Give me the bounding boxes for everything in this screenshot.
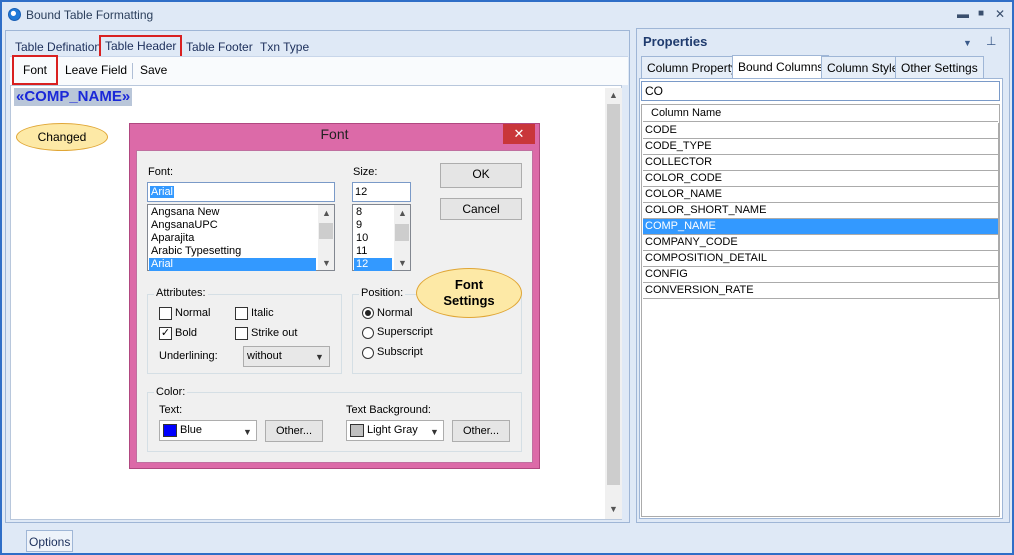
font-dialog-title: Font [320,126,349,142]
font-button[interactable]: Font [12,55,59,85]
font-list-item[interactable]: AngsanaUPC [149,219,316,232]
normal-checkbox[interactable] [159,307,172,320]
italic-checkbox-label: Italic [251,307,274,319]
underlining-label: Underlining: [159,350,218,362]
size-list-item[interactable]: 8 [354,206,392,219]
title-bar [2,2,1012,28]
minimize-icon[interactable]: ▬ [956,7,970,21]
tab-table-header[interactable]: Table Header [99,35,183,58]
tab-column-style[interactable]: Column Style [821,56,905,78]
table-row-selected[interactable]: COMP_NAME [643,219,999,235]
tab-bound-columns[interactable]: Bound Columns [732,55,830,78]
strike-out-checkbox[interactable] [235,327,248,340]
table-row[interactable]: COLOR_CODE [643,171,999,187]
italic-checkbox[interactable] [235,307,248,320]
chevron-down-icon[interactable]: ▼ [394,258,411,268]
save-button[interactable]: Save [135,59,172,81]
normal-checkbox-label: Normal [175,307,211,319]
bottom-bar [2,524,1012,553]
dropdown-icon[interactable]: ▼ [963,38,972,48]
dialog-close-icon[interactable]: ✕ [503,124,535,144]
table-row[interactable]: CODE [643,123,999,139]
text-color-swatch [163,424,177,437]
font-list-item[interactable]: Angsana New [149,206,316,219]
tab-other-settings[interactable]: Other Settings [895,56,984,78]
maximize-icon[interactable]: ■ [974,7,988,21]
font-list-thumb[interactable] [319,223,333,239]
position-label: Position: [359,287,406,299]
column-name-header[interactable]: Column Name [643,105,998,122]
window-title: Bound Table Formatting [26,8,154,22]
tab-column-property[interactable]: Column Property [641,56,744,78]
bound-field-comp-name[interactable]: «COMP_NAME» [14,88,133,106]
table-row[interactable]: COLOR_NAME [643,187,999,203]
leave-field-button[interactable]: Leave Field [60,59,132,81]
bold-checkbox[interactable]: ✓ [159,327,172,340]
position-normal-radio[interactable] [362,307,374,319]
pin-icon[interactable]: ⊥ [986,34,996,48]
font-list-item[interactable]: Arabic Typesetting [149,245,316,258]
cancel-button[interactable]: Cancel [440,198,522,220]
background-other-button[interactable]: Other... [452,420,510,442]
background-color-swatch [350,424,364,437]
font-size-input[interactable]: 12 [352,182,411,202]
table-row[interactable]: COLLECTOR [643,155,999,171]
font-name-input[interactable]: Arial [147,182,335,202]
position-subscript-label: Subscript [377,346,423,358]
chevron-down-icon[interactable]: ▼ [318,258,335,268]
chevron-up-icon[interactable]: ▲ [394,208,411,218]
editor-scroll-thumb[interactable] [607,104,620,485]
size-list-thumb[interactable] [395,224,409,241]
position-normal-label: Normal [377,307,413,319]
color-label: Color: [154,386,188,398]
scroll-down-icon[interactable]: ▼ [605,504,622,514]
font-list-item-selected[interactable]: Arial [149,258,316,271]
properties-title: Properties [643,34,708,49]
table-row[interactable]: COMPANY_CODE [643,235,999,251]
position-superscript-radio[interactable] [362,327,374,339]
table-row[interactable]: CODE_TYPE [643,139,999,155]
attributes-label: Attributes: [154,287,208,299]
size-list-item[interactable]: 9 [354,219,392,232]
table-row[interactable]: COMPOSITION_DETAIL [643,251,999,267]
ok-button[interactable]: OK [440,163,522,188]
chevron-up-icon[interactable]: ▲ [318,208,335,218]
text-background-label: Text Background: [346,404,431,416]
size-list-item[interactable]: 10 [354,232,392,245]
size-list-item-selected[interactable]: 12 [354,258,392,271]
position-superscript-label: Superscript [377,326,433,338]
toolbar-separator [132,63,133,79]
size-label: Size: [353,166,378,178]
tab-table-footer[interactable]: Table Footer [182,38,257,58]
table-row[interactable]: COLOR_SHORT_NAME [643,203,999,219]
chevron-down-icon: ▼ [430,427,439,437]
table-row[interactable]: CONVERSION_RATE [643,283,999,299]
options-tab[interactable]: Options [26,530,74,552]
text-color-other-button[interactable]: Other... [265,420,323,442]
app-icon [8,8,21,21]
font-settings-callout: Font Settings [416,268,522,318]
column-filter-input[interactable]: CO [641,81,1000,101]
table-row[interactable]: CONFIG [643,267,999,283]
chevron-down-icon: ▼ [243,427,252,437]
strike-out-checkbox-label: Strike out [251,327,298,339]
position-subscript-radio[interactable] [362,347,374,359]
size-list-item[interactable]: 11 [354,245,392,258]
bold-checkbox-label: Bold [175,327,198,339]
tab-txn-type[interactable]: Txn Type [256,38,313,58]
changed-callout: Changed [16,123,108,151]
chevron-down-icon: ▼ [315,352,324,362]
font-list-item[interactable]: Aparajita [149,232,316,245]
font-label: Font: [148,166,174,178]
text-color-label: Text: [159,404,183,416]
scroll-up-icon[interactable]: ▲ [605,90,622,100]
close-icon[interactable]: ✕ [993,7,1007,21]
